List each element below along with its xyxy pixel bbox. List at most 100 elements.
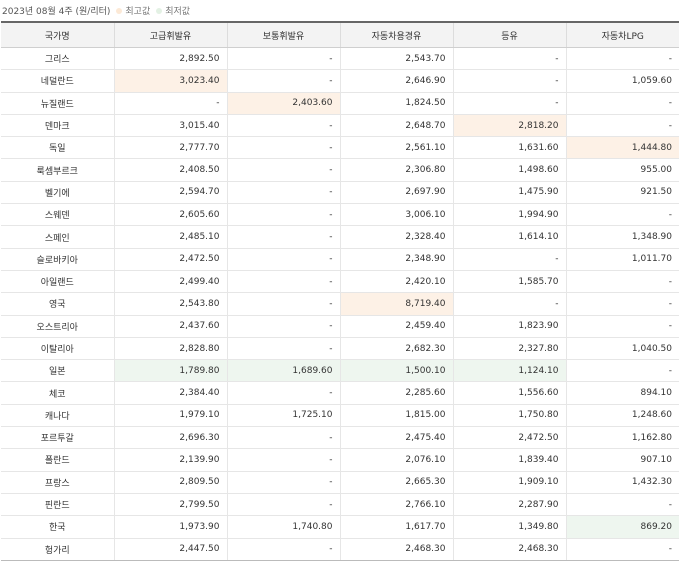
cell-premium-gasoline: 3,015.40 bbox=[113, 114, 227, 138]
table-row: 슬로바키아 2,472.50-2,348.90-1,011.70 bbox=[1, 248, 679, 271]
cell-country: 덴마크 bbox=[1, 114, 114, 138]
cell-lpg: 1,040.50 bbox=[565, 337, 679, 361]
cell-lpg: - bbox=[565, 47, 679, 71]
cell-premium-gasoline: 2,594.70 bbox=[113, 181, 227, 205]
cell-country: 스웨덴 bbox=[1, 203, 114, 227]
fuel-price-table: 국가명 고급휘발유 보통휘발유 자동차용경유 등유 자동차LPG 그리스 2,89… bbox=[1, 21, 679, 561]
table-row: 스웨덴 2,605.60-3,006.10 1,994.90- bbox=[1, 203, 679, 227]
cell-regular-gasoline: - bbox=[226, 337, 340, 361]
table-row: 벨기에 2,594.70-2,697.90 1,475.90 921.50 bbox=[1, 181, 679, 205]
cell-premium-gasoline: 1,789.80 bbox=[113, 359, 227, 383]
cell-diesel: 3,006.10 bbox=[339, 203, 453, 227]
cell-diesel: 2,420.10 bbox=[339, 270, 453, 294]
table-row: 일본 1,789.80 1,689.60 1,500.10 1,124.10- bbox=[1, 359, 679, 383]
cell-lpg: 1,011.70 bbox=[565, 248, 679, 271]
cell-lpg: 955.00 bbox=[565, 158, 679, 182]
table-row: 핀란드 2,799.50-2,766.10 2,287.90- bbox=[1, 493, 679, 517]
cell-regular-gasoline: - bbox=[226, 471, 340, 494]
cell-premium-gasoline: 2,437.60 bbox=[113, 315, 227, 338]
cell-country: 일본 bbox=[1, 359, 114, 383]
column-header-premium-gasoline: 고급휘발유 bbox=[113, 21, 227, 48]
table-row: 폴란드 2,139.90-2,076.10 1,839.40 907.10 bbox=[1, 448, 679, 472]
cell-kerosene: 2,818.20 bbox=[452, 114, 566, 138]
column-header-diesel: 자동차용경유 bbox=[339, 21, 453, 48]
cell-diesel: 1,815.00 bbox=[339, 404, 453, 428]
column-header-regular-gasoline: 보통휘발유 bbox=[226, 21, 340, 48]
cell-diesel: 2,306.80 bbox=[339, 158, 453, 182]
cell-kerosene: 2,327.80 bbox=[452, 337, 566, 361]
cell-diesel: 2,459.40 bbox=[339, 315, 453, 338]
cell-regular-gasoline: - bbox=[226, 381, 340, 405]
cell-kerosene: - bbox=[452, 292, 566, 316]
table-row: 이탈리아 2,828.80-2,682.30 2,327.80 1,040.50 bbox=[1, 337, 679, 361]
table-row: 캐나다 1,979.10 1,725.10 1,815.00 1,750.80 1,248… bbox=[1, 404, 679, 428]
cell-country: 슬로바키아 bbox=[1, 248, 114, 271]
cell-country: 독일 bbox=[1, 136, 114, 160]
cell-diesel: 2,543.70 bbox=[339, 47, 453, 71]
cell-premium-gasoline: 2,799.50 bbox=[113, 493, 227, 517]
table-row: 네덜란드 3,023.40-2,646.90-1,059.60 bbox=[1, 69, 679, 93]
cell-country: 폴란드 bbox=[1, 448, 114, 472]
cell-premium-gasoline: 2,499.40 bbox=[113, 270, 227, 294]
period-label: 2023년 08월 4주 (원/리터) bbox=[2, 7, 111, 17]
cell-diesel: 2,682.30 bbox=[339, 337, 453, 361]
cell-kerosene: 1,614.10 bbox=[452, 225, 566, 249]
cell-premium-gasoline: 2,472.50 bbox=[113, 248, 227, 271]
cell-kerosene: 2,472.50 bbox=[452, 426, 566, 450]
cell-diesel: 2,076.10 bbox=[339, 448, 453, 472]
cell-country: 오스트리아 bbox=[1, 315, 114, 338]
cell-lpg: 869.20 bbox=[565, 515, 679, 539]
cell-regular-gasoline: - bbox=[226, 203, 340, 227]
cell-kerosene: 1,631.60 bbox=[452, 136, 566, 160]
cell-kerosene: 2,287.90 bbox=[452, 493, 566, 517]
cell-kerosene: 1,994.90 bbox=[452, 203, 566, 227]
cell-country: 네덜란드 bbox=[1, 69, 114, 93]
cell-kerosene: 1,823.90 bbox=[452, 315, 566, 338]
cell-lpg: 1,248.60 bbox=[565, 404, 679, 428]
cell-country: 캐나다 bbox=[1, 404, 114, 428]
column-header-lpg: 자동차LPG bbox=[565, 21, 679, 48]
cell-regular-gasoline: - bbox=[226, 69, 340, 93]
cell-lpg: - bbox=[565, 114, 679, 138]
table-row: 오스트리아 2,437.60-2,459.40 1,823.90- bbox=[1, 315, 679, 338]
cell-lpg: - bbox=[565, 270, 679, 294]
cell-regular-gasoline: - bbox=[226, 315, 340, 338]
cell-lpg: 907.10 bbox=[565, 448, 679, 472]
cell-regular-gasoline: - bbox=[226, 225, 340, 249]
cell-kerosene: 2,468.30 bbox=[452, 538, 566, 561]
cell-lpg: - bbox=[565, 493, 679, 517]
cell-lpg: 1,348.90 bbox=[565, 225, 679, 249]
low-dot-icon bbox=[156, 7, 163, 14]
cell-regular-gasoline: - bbox=[226, 426, 340, 450]
cell-diesel: 2,475.40 bbox=[339, 426, 453, 450]
cell-premium-gasoline: 2,384.40 bbox=[113, 381, 227, 405]
cell-country: 뉴질랜드 bbox=[1, 92, 114, 115]
cell-kerosene: - bbox=[452, 47, 566, 71]
cell-country: 룩셈부르크 bbox=[1, 158, 114, 182]
cell-country: 영국 bbox=[1, 292, 114, 316]
cell-lpg: 1,432.30 bbox=[565, 471, 679, 494]
cell-lpg: 1,162.80 bbox=[565, 426, 679, 450]
cell-diesel: 2,766.10 bbox=[339, 493, 453, 517]
cell-country: 헝가리 bbox=[1, 538, 114, 561]
cell-diesel: 1,824.50 bbox=[339, 92, 453, 115]
cell-lpg: 1,444.80 bbox=[565, 136, 679, 160]
cell-regular-gasoline: 1,689.60 bbox=[226, 359, 340, 383]
cell-premium-gasoline: 2,777.70 bbox=[113, 136, 227, 160]
cell-kerosene: 1,349.80 bbox=[452, 515, 566, 539]
cell-lpg: 1,059.60 bbox=[565, 69, 679, 93]
table-row: 체코 2,384.40-2,285.60 1,556.60 894.10 bbox=[1, 381, 679, 405]
cell-country: 벨기에 bbox=[1, 181, 114, 205]
cell-country: 프랑스 bbox=[1, 471, 114, 494]
table-row: 한국 1,973.90 1,740.80 1,617.70 1,349.80 869.20 bbox=[1, 515, 679, 539]
cell-regular-gasoline: - bbox=[226, 114, 340, 138]
high-dot-icon bbox=[116, 7, 123, 14]
cell-kerosene: 1,909.10 bbox=[452, 471, 566, 494]
cell-kerosene: - bbox=[452, 248, 566, 271]
cell-diesel: 2,348.90 bbox=[339, 248, 453, 271]
cell-country: 핀란드 bbox=[1, 493, 114, 517]
cell-premium-gasoline: 2,696.30 bbox=[113, 426, 227, 450]
legend-low-label: 최저값 bbox=[165, 7, 191, 17]
cell-diesel: 8,719.40 bbox=[339, 292, 453, 316]
cell-diesel: 2,561.10 bbox=[339, 136, 453, 160]
